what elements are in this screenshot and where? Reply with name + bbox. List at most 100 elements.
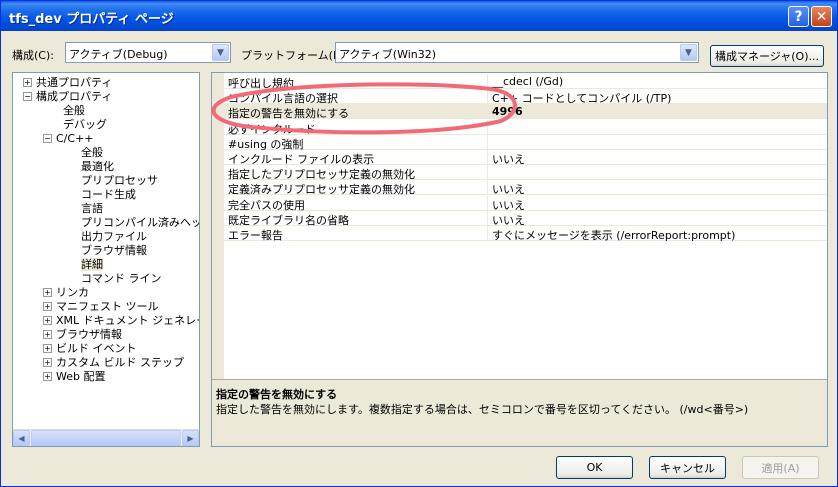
scroll-left-icon[interactable]: ◀ (13, 430, 30, 446)
grid-row[interactable]: インクルード ファイルの表示 いいえ (224, 150, 827, 166)
description-panel: 指定の警告を無効にする 指定した警告を無効にします。複数指定する場合は、セミコロ… (212, 379, 827, 446)
apply-button[interactable]: 適用(A) (742, 456, 819, 479)
grid-row[interactable]: 必ずインクルード (224, 119, 827, 136)
tree-item-browse[interactable]: ブラウザ情報 (81, 244, 147, 258)
tree-item-xmldoc[interactable]: + XML ドキュメント ジェネレータ (43, 314, 199, 328)
tree-item-general[interactable]: 全般 (63, 104, 85, 118)
column-divider[interactable] (487, 165, 488, 181)
scroll-thumb[interactable] (31, 430, 181, 446)
plus-box-icon[interactable]: + (43, 302, 52, 311)
column-divider[interactable] (487, 74, 488, 89)
plus-box-icon[interactable]: + (43, 358, 52, 367)
platform-select[interactable]: アクティブ(Win32) ▼ (335, 42, 699, 63)
grid-row[interactable]: 指定の警告を無効にする 4996 (224, 104, 827, 120)
grid-row[interactable]: 定義済みプリプロセッサ定義の無効化 いいえ (224, 180, 827, 196)
grid-row[interactable]: 完全パスの使用 いいえ (224, 195, 827, 212)
tree-item-custom-build[interactable]: + カスタム ビルド ステップ (43, 356, 184, 370)
platform-select-value: アクティブ(Win32) (339, 48, 437, 61)
close-button[interactable]: ✕ (811, 6, 832, 27)
tree-item-build-events[interactable]: + ビルド イベント (43, 342, 137, 356)
grid-row[interactable]: コンパイル言語の選択 C++ コードとしてコンパイル (/TP) (224, 89, 827, 105)
tree-item-cmdline[interactable]: コマンド ライン (81, 272, 162, 286)
column-divider[interactable] (487, 180, 488, 196)
tree-item-label: ブラウザ情報 (81, 244, 147, 257)
tree-item-label: 詳細 (81, 258, 103, 271)
tree-item-label: ブラウザ情報 (56, 328, 122, 341)
tree-item-browse-info[interactable]: + ブラウザ情報 (43, 328, 122, 342)
column-divider[interactable] (487, 226, 488, 241)
tree-item-config[interactable]: − 構成プロパティ (23, 90, 112, 104)
chevron-down-icon[interactable]: ▼ (212, 44, 229, 61)
column-divider[interactable] (487, 104, 488, 120)
chevron-down-icon[interactable]: ▼ (680, 44, 697, 61)
tree-item-codegen[interactable]: コード生成 (81, 188, 136, 202)
tree-item-label: デバッグ (63, 118, 107, 131)
config-select-value: アクティブ(Debug) (69, 48, 168, 61)
config-manager-button[interactable]: 構成マネージャ(O)... (710, 45, 824, 67)
tree-item-web-deploy[interactable]: + Web 配置 (43, 370, 105, 384)
tree-item-optimization[interactable]: 最適化 (81, 160, 114, 174)
tree-item-debug[interactable]: デバッグ (63, 118, 107, 132)
grid-row[interactable]: 既定ライブラリ名の省略 いいえ (224, 210, 827, 227)
tree-item-label: 最適化 (81, 160, 114, 173)
column-divider[interactable] (487, 210, 488, 226)
minus-box-icon[interactable]: − (43, 134, 52, 143)
column-divider[interactable] (487, 89, 488, 105)
tree-item-cpp-general[interactable]: 全般 (81, 146, 103, 160)
tree-item-preprocessor[interactable]: プリプロセッサ (81, 174, 158, 188)
scroll-right-icon[interactable]: ▶ (182, 430, 199, 446)
tree-item-label: マニフェスト ツール (56, 300, 159, 313)
property-tree[interactable]: + 共通プロパティ − 構成プロパティ 全般 デバッグ − C/C++ 全般 最適化 プリプロセッサ… (12, 72, 200, 447)
property-value[interactable]: __cdecl (/Gd) (492, 75, 563, 88)
tree-item-language[interactable]: 言語 (81, 202, 103, 216)
column-divider[interactable] (487, 195, 488, 211)
plus-box-icon[interactable]: + (23, 78, 32, 87)
property-value[interactable]: 4996 (492, 105, 523, 118)
tree-item-advanced[interactable]: 詳細 (81, 258, 103, 272)
property-value[interactable]: すぐにメッセージを表示 (/errorReport:prompt) (492, 227, 735, 243)
description-text: 指定した警告を無効にします。複数指定する場合は、セミコロンで番号を区切ってくださ… (216, 403, 749, 416)
tree-item-label: C/C++ (56, 132, 94, 145)
config-label: 構成(C): (12, 49, 54, 62)
tree-item-label: カスタム ビルド ステップ (56, 356, 184, 369)
cancel-button[interactable]: キャンセル (649, 456, 726, 479)
description-title: 指定の警告を無効にする (216, 388, 338, 401)
column-divider[interactable] (487, 150, 488, 165)
plus-box-icon[interactable]: + (43, 330, 52, 339)
column-divider[interactable] (487, 119, 488, 135)
tree-item-label: ビルド イベント (56, 342, 137, 355)
help-button[interactable]: ? (788, 6, 809, 27)
plus-box-icon[interactable]: + (43, 344, 52, 353)
tree-item-manifest[interactable]: + マニフェスト ツール (43, 300, 159, 314)
dialog-window: tfs_dev プロパティ ページ ? ✕ 構成(C): アクティブ(Debug… (0, 0, 838, 487)
tree-item-label: 全般 (81, 146, 103, 159)
plus-box-icon[interactable]: + (43, 316, 52, 325)
tree-item-linker[interactable]: + リンカ (43, 286, 89, 300)
column-divider[interactable] (487, 134, 488, 150)
config-toolbar: 構成(C): アクティブ(Debug) ▼ プラットフォーム(P): アクティブ… (1, 37, 837, 71)
tree-item-label: コード生成 (81, 188, 136, 201)
tree-item-label: リンカ (56, 286, 89, 299)
property-grid: 呼び出し規約 __cdecl (/Gd) コンパイル言語の選択 C++ コードとしてコ… (211, 72, 828, 447)
title-bar[interactable]: tfs_dev プロパティ ページ ? ✕ (1, 1, 837, 31)
grid-row[interactable]: 指定したプリプロセッサ定義の無効化 (224, 165, 827, 181)
ok-button[interactable]: OK (556, 456, 633, 479)
grid-margin (212, 73, 224, 379)
tree-item-label: 共通プロパティ (36, 76, 113, 89)
tree-item-output[interactable]: 出力ファイル (81, 230, 147, 244)
property-name: エラー報告 (228, 229, 283, 242)
tree-item-label: XML ドキュメント ジェネレータ (56, 314, 199, 327)
grid-row[interactable]: 呼び出し規約 __cdecl (/Gd) (224, 74, 827, 90)
tree-item-cpp[interactable]: − C/C++ (43, 132, 94, 146)
tree-item-pch[interactable]: プリコンパイル済みヘッダー (81, 216, 199, 230)
plus-box-icon[interactable]: + (43, 288, 52, 297)
tree-item-label: プリプロセッサ (81, 174, 158, 187)
tree-horizontal-scrollbar[interactable]: ◀ ▶ (13, 429, 199, 446)
plus-box-icon[interactable]: + (43, 372, 52, 381)
config-select[interactable]: アクティブ(Debug) ▼ (65, 42, 231, 63)
minus-box-icon[interactable]: − (23, 92, 32, 101)
tree-item-common[interactable]: + 共通プロパティ (23, 76, 112, 90)
grid-row[interactable]: エラー報告 すぐにメッセージを表示 (/errorReport:prompt) (224, 226, 827, 243)
grid-row[interactable]: #using の強制 (224, 134, 827, 151)
tree-item-label: 言語 (81, 202, 103, 215)
